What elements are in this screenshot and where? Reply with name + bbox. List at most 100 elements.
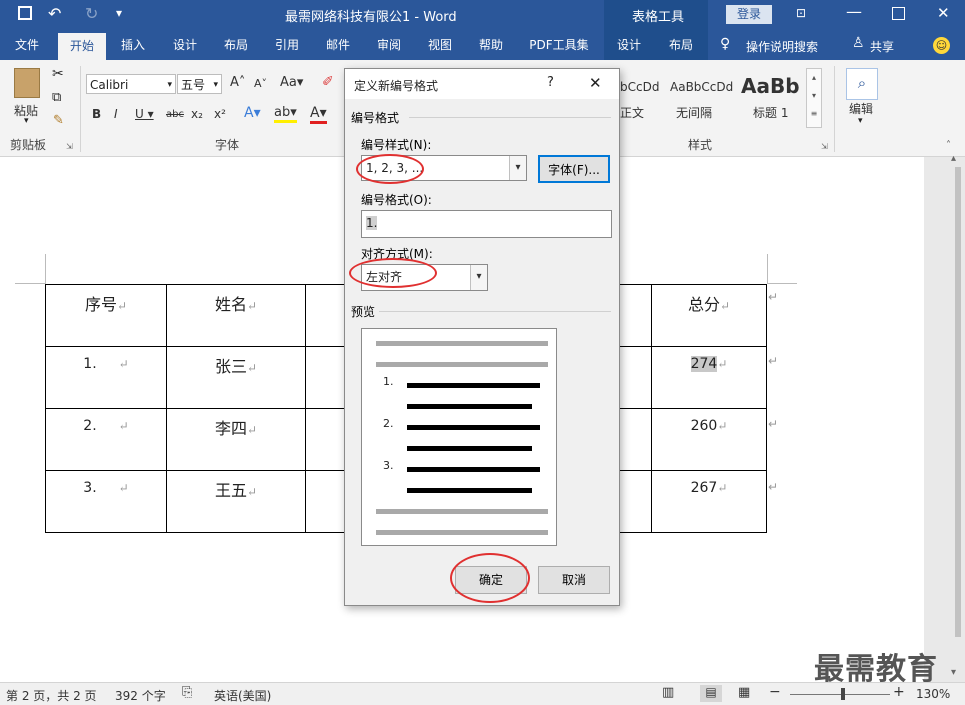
word-count[interactable]: 392 个字 xyxy=(115,687,166,704)
bold-icon[interactable]: B xyxy=(92,107,101,121)
cell-number[interactable]: 3. ↵ xyxy=(45,470,167,533)
paragraph-mark: ↵ xyxy=(118,357,129,371)
number-format-label: 编号格式(O): xyxy=(361,193,432,207)
login-button[interactable]: 登录 xyxy=(726,5,772,24)
shrink-font-icon[interactable]: A˅ xyxy=(254,77,267,90)
preview-number: 3. xyxy=(383,459,394,472)
zoom-slider[interactable] xyxy=(790,694,890,695)
tab-pdf-tools[interactable]: PDF工具集 xyxy=(522,30,596,60)
cell-name[interactable]: 王五↵ xyxy=(166,470,306,533)
change-case-icon[interactable]: Aa▾ xyxy=(280,75,303,90)
redo-icon[interactable]: ↻ xyxy=(85,4,98,23)
tab-design[interactable]: 设计 xyxy=(162,30,208,60)
language[interactable]: 英语(美国) xyxy=(214,687,271,704)
scroll-up-icon[interactable]: ▴ xyxy=(951,153,956,164)
clear-formatting-icon[interactable]: ✐ xyxy=(322,74,334,90)
header-cell-name[interactable]: 姓名↵ xyxy=(166,284,306,347)
styles-scroll[interactable]: ▴ ▾ ≡ xyxy=(806,68,822,128)
read-mode-icon[interactable]: ▥ xyxy=(662,685,674,700)
tab-mailings[interactable]: 邮件 xyxy=(315,30,361,60)
strikethrough-icon[interactable]: abc xyxy=(166,109,184,120)
tab-file[interactable]: 文件 xyxy=(0,30,54,60)
font-size-combo[interactable]: 五号 ▾ xyxy=(177,74,222,94)
format-painter-icon[interactable]: ✎ xyxy=(53,113,64,128)
share-button[interactable]: 共享 xyxy=(870,38,894,55)
vertical-scrollbar[interactable]: ▴ ▾ xyxy=(924,153,965,682)
preview-text-line xyxy=(407,446,532,451)
proofing-icon[interactable]: ⎘ xyxy=(182,685,192,700)
style-nospacing-sample[interactable]: AaBbCcDd xyxy=(670,80,733,94)
font-color-icon[interactable]: A▾ xyxy=(310,105,327,124)
cut-icon[interactable]: ✂ xyxy=(52,66,64,82)
close-window-icon[interactable]: ✕ xyxy=(937,4,950,22)
font-name-combo[interactable]: Calibri ▾ xyxy=(86,74,176,94)
print-layout-icon[interactable]: ▤ xyxy=(700,685,722,702)
paragraph-mark: ↵ xyxy=(246,423,258,437)
undo-icon[interactable]: ↶ xyxy=(48,4,61,23)
close-icon[interactable]: ✕ xyxy=(589,74,602,92)
tab-review[interactable]: 审阅 xyxy=(366,30,412,60)
edit-button[interactable]: 编辑 xyxy=(849,100,873,117)
grow-font-icon[interactable]: A˄ xyxy=(230,75,245,90)
cell-number[interactable]: 2. ↵ xyxy=(45,408,167,471)
zoom-slider-thumb[interactable] xyxy=(841,688,845,700)
zoom-level[interactable]: 130% xyxy=(916,687,950,701)
save-icon[interactable] xyxy=(18,6,32,20)
cell-text: 260 xyxy=(690,418,718,434)
header-cell-total[interactable]: 总分↵ xyxy=(651,284,767,347)
person-icon: ♙ xyxy=(852,35,865,51)
subscript-icon[interactable]: x₂ xyxy=(191,107,203,121)
italic-icon[interactable]: I xyxy=(114,107,118,121)
zoom-out-icon[interactable]: − xyxy=(769,684,781,700)
find-icon[interactable]: ⌕ xyxy=(846,68,878,100)
tab-insert[interactable]: 插入 xyxy=(110,30,156,60)
page-count[interactable]: 第 2 页，共 2 页 xyxy=(6,687,97,704)
edit-dropdown-icon[interactable]: ▾ xyxy=(858,116,863,126)
styles-launcher-icon[interactable]: ⇲ xyxy=(821,142,828,151)
chevron-down-icon[interactable]: ▾ xyxy=(470,265,487,290)
chevron-down-icon[interactable]: ▾ xyxy=(509,156,526,180)
clipboard-launcher-icon[interactable]: ⇲ xyxy=(66,142,73,151)
zoom-in-icon[interactable]: + xyxy=(893,684,905,700)
row-end-mark: ↵ xyxy=(768,290,779,304)
text-effects-icon[interactable]: A▾ xyxy=(244,105,261,121)
highlight-icon[interactable]: ab▾ xyxy=(274,105,297,123)
ribbon-display-icon[interactable]: ⊡ xyxy=(796,6,806,20)
cell-name[interactable]: 李四↵ xyxy=(166,408,306,471)
web-layout-icon[interactable]: ▦ xyxy=(738,685,750,700)
window-title: 最需网络科技有限公1 - Word xyxy=(285,10,457,25)
cell-total[interactable]: 267↵ xyxy=(651,470,767,533)
help-button[interactable]: ? xyxy=(547,75,554,90)
number-format-input[interactable]: 1. xyxy=(361,210,612,238)
tell-me-search[interactable]: 操作说明搜索 xyxy=(746,38,818,55)
smiley-icon[interactable]: ☺ xyxy=(933,37,950,54)
paste-dropdown-icon[interactable]: ▾ xyxy=(24,116,29,126)
cell-total[interactable]: 274↵ xyxy=(651,346,767,409)
cell-name[interactable]: 张三↵ xyxy=(166,346,306,409)
style-nospacing-name: 无间隔 xyxy=(676,106,713,120)
superscript-icon[interactable]: x² xyxy=(214,107,226,121)
style-heading1-sample[interactable]: AaBb xyxy=(741,74,800,98)
style-normal-sample[interactable]: bCcDd xyxy=(620,80,659,94)
preview-text-line xyxy=(407,383,540,388)
tab-table-layout[interactable]: 布局 xyxy=(658,30,704,60)
cell-number[interactable]: 1. ↵ xyxy=(45,346,167,409)
tab-help[interactable]: 帮助 xyxy=(468,30,514,60)
scroll-track[interactable] xyxy=(955,167,961,637)
tab-view[interactable]: 视图 xyxy=(417,30,463,60)
tab-table-design[interactable]: 设计 xyxy=(606,30,652,60)
cancel-button[interactable]: 取消 xyxy=(538,566,610,594)
tab-layout[interactable]: 布局 xyxy=(213,30,259,60)
minimize-icon[interactable]: — xyxy=(846,2,862,21)
cell-total[interactable]: 260↵ xyxy=(651,408,767,471)
tab-home[interactable]: 开始 xyxy=(58,33,106,60)
underline-icon[interactable]: U ▾ xyxy=(135,107,154,121)
collapse-ribbon-icon[interactable]: ˄ xyxy=(946,140,951,151)
scroll-down-icon[interactable]: ▾ xyxy=(951,667,956,678)
header-cell-number[interactable]: 序号↵ xyxy=(45,284,167,347)
customize-qat-icon[interactable]: ▾ xyxy=(116,6,122,20)
tab-references[interactable]: 引用 xyxy=(264,30,310,60)
maximize-icon[interactable] xyxy=(892,7,905,20)
font-button[interactable]: 字体(F)... xyxy=(538,155,610,183)
copy-icon[interactable]: ⧉ xyxy=(52,90,61,105)
